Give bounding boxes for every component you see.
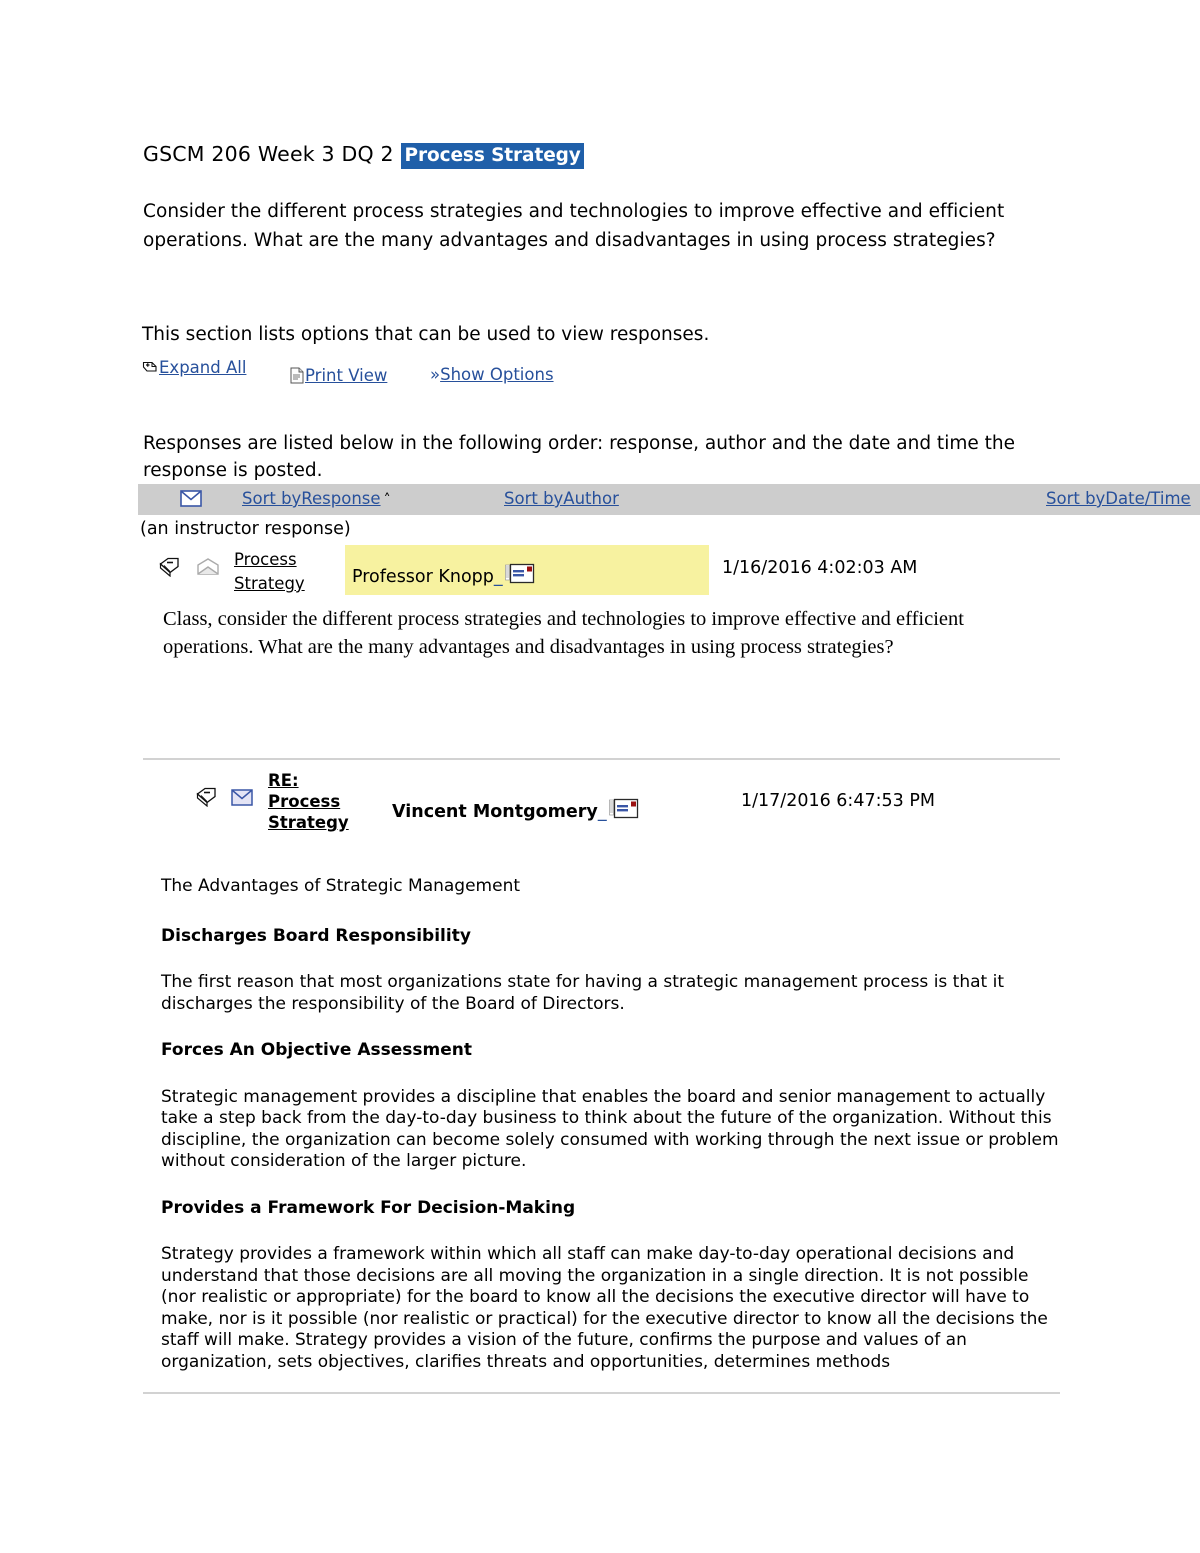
response-body-2: The Advantages of Strategic Management D…: [161, 876, 1061, 1373]
show-options-label[interactable]: Show Options: [440, 365, 553, 384]
show-options-link[interactable]: »Show Options: [430, 362, 554, 387]
sort-by-date-link[interactable]: Sort byDate/Time: [1046, 489, 1191, 508]
expand-all-link[interactable]: Expand All: [142, 355, 262, 383]
body-heading-2: Forces An Objective Assessment: [161, 1040, 472, 1060]
page-title-prefix: GSCM 206 Week 3 DQ 2: [143, 142, 401, 166]
body-paragraph-3: Strategy provides a framework within whi…: [161, 1244, 1048, 1372]
sort-by-response-link[interactable]: Sort byResponse ˄: [242, 489, 391, 508]
document-page: GSCM 206 Week 3 DQ 2 Process Strategy Co…: [0, 0, 1200, 1553]
message-unread-icon[interactable]: [231, 789, 253, 810]
print-view-label[interactable]: Print View: [305, 366, 387, 385]
body-paragraph-2: Strategic management provides a discipli…: [161, 1086, 1059, 1172]
response-author-label-2: Vincent Montgomery: [392, 802, 598, 822]
options-lead-text: This section lists options that can be u…: [142, 324, 710, 345]
response-author-name-2[interactable]: Vincent Montgomery_: [392, 798, 640, 825]
print-view-icon: [290, 366, 304, 391]
instructor-response-body: Class, consider the different process st…: [163, 608, 964, 658]
body-paragraph-1: The first reason that most organizations…: [161, 972, 1004, 1014]
page-title: GSCM 206 Week 3 DQ 2 Process Strategy: [143, 140, 584, 170]
envelope-icon: [180, 490, 202, 511]
sort-by-author-link[interactable]: Sort byAuthor: [504, 489, 619, 508]
instructor-response-note: (an instructor response): [140, 519, 351, 539]
show-options-marker-icon: »: [430, 365, 441, 384]
responses-lead-text: Responses are listed below in the follow…: [143, 433, 1015, 481]
response-author-name[interactable]: Professor Knopp_: [352, 563, 536, 590]
response-subject-link-2[interactable]: RE: Process Strategy: [268, 770, 354, 833]
sort-by-response-label: Sort byResponse: [242, 489, 381, 508]
message-read-icon: [197, 558, 219, 579]
sort-ascending-caret-icon: ˄: [383, 492, 391, 508]
response-divider: [143, 758, 1060, 760]
page-bottom-divider: [143, 1392, 1060, 1394]
sort-bar: Sort byResponse ˄ Sort byAuthor Sort byDa…: [138, 484, 1200, 515]
collapse-tag-icon[interactable]: [159, 557, 181, 581]
response-datetime-2: 1/17/2016 6:47:53 PM: [741, 791, 935, 811]
email-author-icon-2[interactable]: [608, 798, 639, 825]
body-heading-3: Provides a Framework For Decision-Making: [161, 1197, 576, 1218]
print-view-link[interactable]: Print View: [290, 363, 387, 391]
expand-all-label[interactable]: Expand All: [159, 358, 246, 377]
page-title-highlight: Process Strategy: [400, 143, 584, 169]
body-heading-1: Discharges Board Responsibility: [161, 925, 471, 946]
response-datetime: 1/16/2016 4:02:03 AM: [722, 558, 918, 578]
intro-paragraph: Consider the different process strategie…: [143, 201, 1005, 251]
email-author-icon[interactable]: [504, 563, 535, 590]
body-intro-line: The Advantages of Strategic Management: [161, 876, 521, 896]
response-subject-link[interactable]: Process Strategy: [234, 548, 324, 596]
collapse-tag-icon-2[interactable]: [196, 787, 218, 811]
expand-all-icon: [142, 358, 158, 383]
response-author-label: Professor Knopp: [352, 567, 494, 587]
